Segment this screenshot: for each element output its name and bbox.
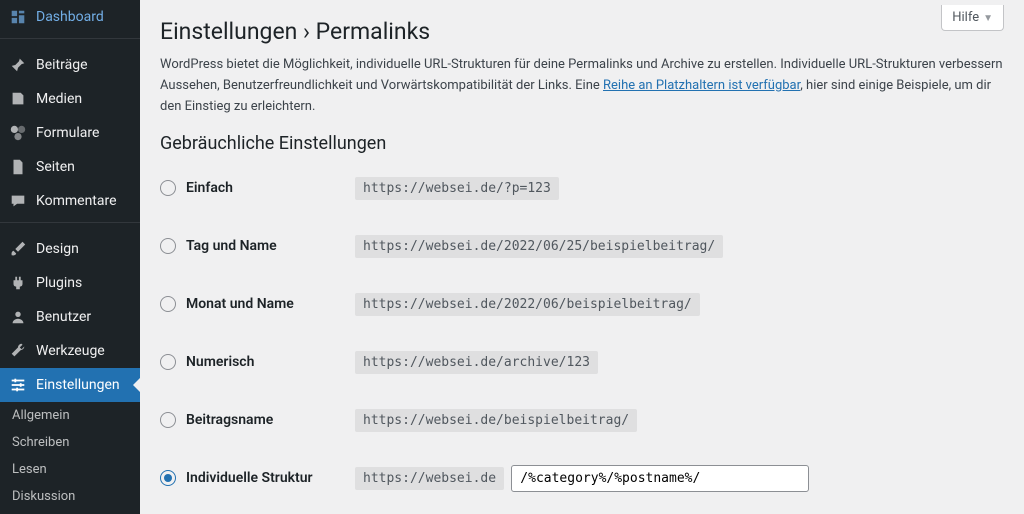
radio-numeric[interactable]: [160, 354, 176, 370]
sidebar-item-dashboard[interactable]: Dashboard: [0, 0, 140, 34]
sidebar-item-label: Einstellungen: [36, 377, 120, 393]
custom-prefix: https://websei.de: [355, 467, 504, 490]
option-example: https://websei.de/beispielbeitrag/: [355, 409, 637, 432]
page-title: Einstellungen › Permalinks: [160, 18, 1004, 45]
menu-separator: [0, 222, 140, 228]
radio-postname[interactable]: [160, 412, 176, 428]
page-description: WordPress bietet die Möglichkeit, indivi…: [160, 55, 1004, 117]
media-icon: [8, 89, 28, 109]
custom-structure-input[interactable]: [511, 465, 809, 492]
option-example: https://websei.de/?p=123: [355, 177, 559, 200]
sidebar-item-label: Benutzer: [36, 309, 91, 325]
chevron-down-icon: ▼: [983, 13, 993, 24]
sidebar-item-label: Medien: [36, 91, 82, 107]
forms-icon: [8, 123, 28, 143]
menu-separator: [0, 38, 140, 44]
help-tab[interactable]: Hilfe▼: [941, 5, 1004, 31]
dashboard-icon: [8, 7, 28, 27]
brush-icon: [8, 239, 28, 259]
submenu-media[interactable]: Medien: [0, 510, 140, 514]
submenu-discussion[interactable]: Diskussion: [0, 483, 140, 510]
sidebar-item-label: Dashboard: [36, 9, 104, 25]
option-label: Beitragsname: [186, 412, 273, 428]
placeholders-link[interactable]: Reihe an Platzhaltern ist verfügbar: [603, 78, 800, 93]
option-numeric: Numerisch https://websei.de/archive/123: [160, 342, 1004, 382]
option-label: Individuelle Struktur: [186, 470, 313, 486]
radio-day-name[interactable]: [160, 238, 176, 254]
user-icon: [8, 307, 28, 327]
radio-month-name[interactable]: [160, 296, 176, 312]
settings-submenu: Allgemein Schreiben Lesen Diskussion Med…: [0, 402, 140, 514]
radio-plain[interactable]: [160, 180, 176, 196]
sidebar-item-users[interactable]: Benutzer: [0, 300, 140, 334]
section-heading: Gebräuchliche Einstellungen: [160, 133, 1004, 154]
sidebar-item-label: Seiten: [36, 159, 75, 175]
pin-icon: [8, 55, 28, 75]
option-example: https://websei.de/2022/06/beispielbeitra…: [355, 293, 700, 316]
option-day-name: Tag und Name https://websei.de/2022/06/2…: [160, 226, 1004, 266]
sidebar-item-pages[interactable]: Seiten: [0, 150, 140, 184]
option-month-name: Monat und Name https://websei.de/2022/06…: [160, 284, 1004, 324]
sidebar-item-tools[interactable]: Werkzeuge: [0, 334, 140, 368]
option-custom: Individuelle Struktur https://websei.de: [160, 458, 1004, 498]
sidebar-item-design[interactable]: Design: [0, 232, 140, 266]
radio-custom[interactable]: [160, 470, 176, 486]
sidebar-item-comments[interactable]: Kommentare: [0, 184, 140, 218]
sidebar-item-label: Design: [36, 241, 79, 257]
sidebar-item-label: Werkzeuge: [36, 343, 105, 359]
sidebar-item-label: Plugins: [36, 275, 82, 291]
sidebar-item-posts[interactable]: Beiträge: [0, 48, 140, 82]
sidebar-item-label: Beiträge: [36, 57, 88, 73]
sidebar-item-forms[interactable]: Formulare: [0, 116, 140, 150]
settings-icon: [8, 375, 28, 395]
submenu-writing[interactable]: Schreiben: [0, 429, 140, 456]
sidebar-item-media[interactable]: Medien: [0, 82, 140, 116]
pages-icon: [8, 157, 28, 177]
option-example: https://websei.de/archive/123: [355, 351, 598, 374]
submenu-general[interactable]: Allgemein: [0, 402, 140, 429]
option-label: Einfach: [186, 180, 233, 196]
sidebar-item-label: Kommentare: [36, 193, 117, 209]
option-example: https://websei.de/2022/06/25/beispielbei…: [355, 235, 723, 258]
option-label: Monat und Name: [186, 296, 294, 312]
option-label: Tag und Name: [186, 238, 277, 254]
submenu-reading[interactable]: Lesen: [0, 456, 140, 483]
comments-icon: [8, 191, 28, 211]
wrench-icon: [8, 341, 28, 361]
admin-sidebar: Dashboard Beiträge Medien Formulare Seit…: [0, 0, 140, 514]
sidebar-item-label: Formulare: [36, 125, 99, 141]
option-label: Numerisch: [186, 354, 254, 370]
sidebar-item-plugins[interactable]: Plugins: [0, 266, 140, 300]
sidebar-item-settings[interactable]: Einstellungen: [0, 368, 140, 402]
option-plain: Einfach https://websei.de/?p=123: [160, 168, 1004, 208]
content-area: Hilfe▼ Einstellungen › Permalinks WordPr…: [140, 0, 1024, 514]
option-postname: Beitragsname https://websei.de/beispielb…: [160, 400, 1004, 440]
plug-icon: [8, 273, 28, 293]
